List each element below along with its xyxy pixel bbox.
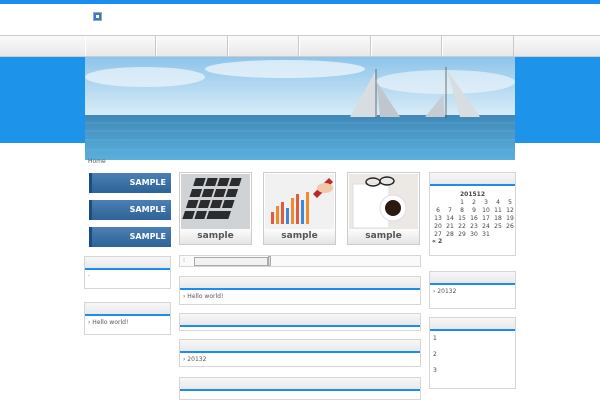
widget-text: ·	[88, 273, 90, 280]
thumb-caption: sample	[180, 229, 251, 244]
calendar-day[interactable]: 16	[468, 214, 480, 222]
nav-item-3[interactable]	[228, 36, 299, 56]
calendar-row: 27 28 29 30 31	[432, 230, 516, 238]
calendar-title: 201512	[459, 191, 486, 198]
top-accent-bar	[0, 0, 600, 4]
calendar-day[interactable]: 17	[480, 214, 492, 222]
keyboard-image	[181, 174, 250, 230]
center-widget-4	[179, 377, 421, 400]
calendar-widget: 201512 1 2 3 4 5 6 7 8 9 10 11 12 13 14 15 16 17 18 19 20 21…	[429, 172, 516, 256]
archive-link[interactable]: › 20132	[180, 353, 420, 366]
widget-header	[430, 173, 515, 186]
list-item[interactable]: 2	[430, 347, 515, 363]
calendar-row: 20 21 22 23 24 25 26	[432, 222, 516, 230]
sample-banner-1[interactable]: SAMPLE	[85, 173, 171, 193]
calendar-day	[432, 198, 444, 206]
widget-header	[430, 272, 515, 285]
widget-header	[430, 318, 515, 331]
calendar-day[interactable]: 6	[432, 206, 444, 214]
calendar-day[interactable]: 14	[444, 214, 456, 222]
thumb-caption: sample	[348, 229, 419, 244]
list-item[interactable]: 3	[430, 363, 515, 379]
main-nav	[0, 35, 600, 57]
center-widget-1: › Hello world!	[179, 276, 421, 305]
search-label: :	[183, 257, 186, 264]
widget-header	[180, 340, 420, 353]
archive-link[interactable]: › 20132	[430, 285, 515, 298]
calendar-day[interactable]: 3	[480, 198, 492, 206]
calendar-day[interactable]: 13	[432, 214, 444, 222]
recent-post-link[interactable]: › Hello world!	[85, 316, 170, 329]
calendar-day[interactable]: 8	[456, 206, 468, 214]
calendar-row: 6 7 8 9 10 11 12	[432, 206, 516, 214]
calendar-day[interactable]: 12	[504, 206, 516, 214]
left-widget-1: ·	[84, 256, 171, 289]
archive-widget: › 20132	[429, 271, 516, 309]
calendar-day[interactable]: 4	[492, 198, 504, 206]
widget-header	[85, 303, 170, 316]
thumb-keyboard[interactable]: sample	[179, 172, 252, 245]
search-button[interactable]	[268, 256, 271, 266]
calendar-day[interactable]: 22	[456, 222, 468, 230]
search-bar: :	[179, 255, 421, 267]
calendar-day	[492, 230, 504, 238]
widget-header	[85, 257, 170, 270]
nav-item-6[interactable]	[442, 36, 514, 56]
calendar-day[interactable]: 27	[432, 230, 444, 238]
list-item[interactable]: 1	[430, 331, 515, 347]
thumb-coffee[interactable]: sample	[347, 172, 420, 245]
calendar-day[interactable]: 15	[456, 214, 468, 222]
calendar-day[interactable]: 26	[504, 222, 516, 230]
calendar-day[interactable]: 21	[444, 222, 456, 230]
chart-pen-image	[265, 174, 334, 230]
thumb-caption: sample	[264, 229, 335, 244]
list-widget: 1 2 3	[429, 317, 516, 389]
calendar-day[interactable]: 28	[444, 230, 456, 238]
sample-banner-2[interactable]: SAMPLE	[85, 200, 171, 220]
widget-header	[180, 378, 420, 391]
calendar-day[interactable]: 20	[432, 222, 444, 230]
left-widget-2: › Hello world!	[84, 302, 171, 335]
calendar-day[interactable]: 5	[504, 198, 516, 206]
calendar-day[interactable]: 31	[480, 230, 492, 238]
calendar-day[interactable]: 23	[468, 222, 480, 230]
calendar-day[interactable]: 25	[492, 222, 504, 230]
calendar-table: 1 2 3 4 5 6 7 8 9 10 11 12 13 14 15 16 17 18 19 20 21 22 23 24 2…	[432, 198, 516, 238]
coffee-notebook-image	[349, 174, 418, 230]
center-widget-2	[179, 313, 421, 331]
calendar-day[interactable]: 1	[456, 198, 468, 206]
calendar-day[interactable]: 19	[504, 214, 516, 222]
hero-image	[85, 57, 515, 160]
calendar-row: 12345	[432, 198, 516, 206]
widget-header	[180, 314, 420, 327]
center-widget-3: › 20132	[179, 339, 421, 367]
calendar-day[interactable]: 29	[456, 230, 468, 238]
calendar-day[interactable]: 30	[468, 230, 480, 238]
calendar-day[interactable]: 2	[468, 198, 480, 206]
breadcrumb[interactable]: Home	[88, 158, 106, 165]
thumb-chart[interactable]: sample	[263, 172, 336, 245]
calendar-day[interactable]: 10	[480, 206, 492, 214]
calendar-prev-link[interactable]: « 2	[430, 238, 515, 245]
site-logo-icon[interactable]	[93, 12, 102, 21]
calendar-day	[504, 230, 516, 238]
recent-post-link[interactable]: › Hello world!	[180, 290, 420, 303]
nav-item-4[interactable]	[299, 36, 371, 56]
calendar-day	[444, 198, 456, 206]
search-input[interactable]	[194, 257, 268, 266]
nav-item-2[interactable]	[156, 36, 228, 56]
calendar-day[interactable]: 24	[480, 222, 492, 230]
widget-header	[180, 277, 420, 290]
calendar-day[interactable]: 7	[444, 206, 456, 214]
calendar-row: 13 14 15 16 17 18 19	[432, 214, 516, 222]
nav-item-1[interactable]	[85, 36, 156, 56]
calendar-day[interactable]: 18	[492, 214, 504, 222]
sample-banner-3[interactable]: SAMPLE	[85, 227, 171, 247]
calendar-day[interactable]: 9	[468, 206, 480, 214]
nav-item-5[interactable]	[371, 36, 442, 56]
calendar-day[interactable]: 11	[492, 206, 504, 214]
